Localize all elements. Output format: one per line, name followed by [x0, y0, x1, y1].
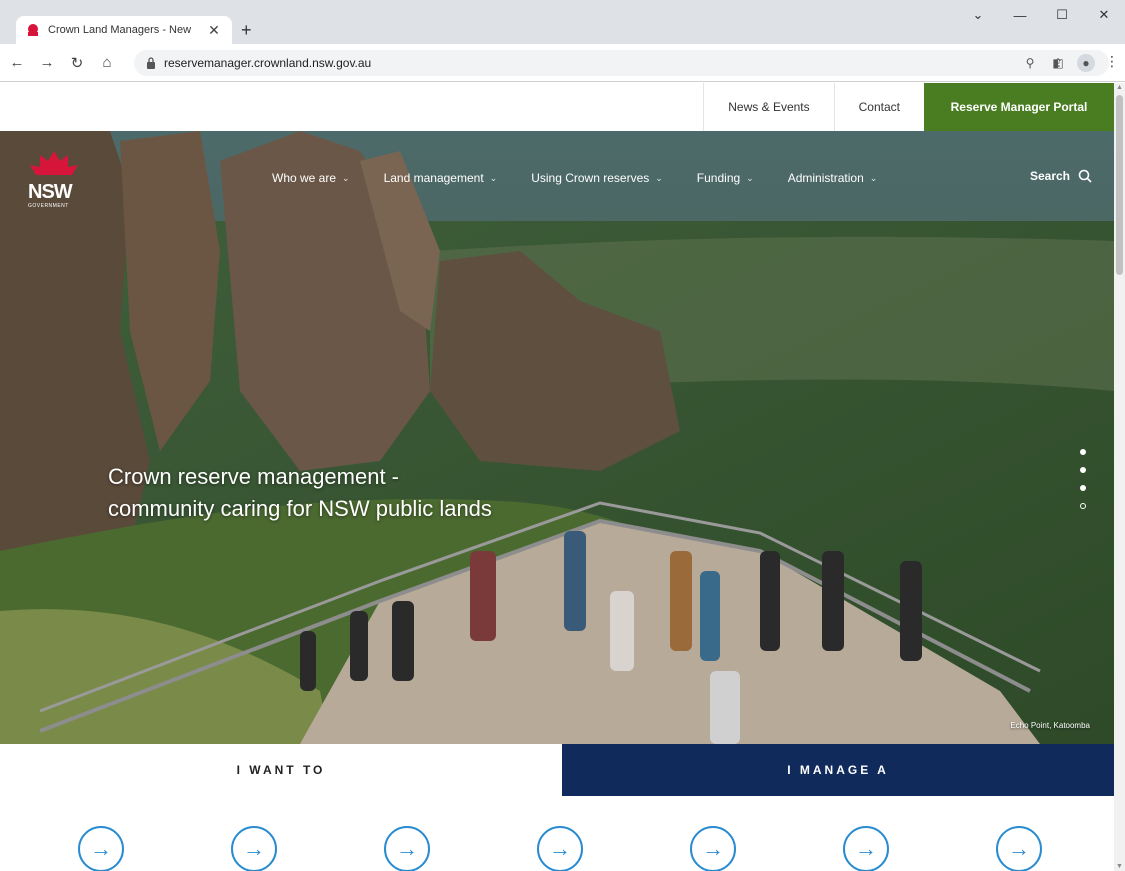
hero-heading-line1: Crown reserve management - [108, 464, 400, 489]
tab-i-want-to[interactable]: I WANT TO [0, 744, 562, 796]
browser-toolbar: ← → ↻ ⌂ reservemanager.crownland.nsw.gov… [0, 44, 1125, 82]
browser-tab[interactable]: Crown Land Managers - New ✕ [16, 16, 232, 44]
hero-heading-line2: community caring for NSW public lands [108, 496, 492, 521]
news-events-link[interactable]: News & Events [703, 83, 833, 131]
audience-tabs: I WANT TO I MANAGE A [0, 744, 1114, 796]
logo-subtext: GOVERNMENT [28, 203, 69, 209]
arrow-right-icon[interactable]: → [231, 826, 277, 871]
url-text: reservemanager.crownland.nsw.gov.au [164, 56, 372, 70]
logo-text: NSW [28, 181, 73, 203]
chevron-down-icon: ⌄ [746, 172, 754, 183]
tab-i-manage-a[interactable]: I MANAGE A [562, 744, 1114, 796]
zoom-icon[interactable]: ⚲ [1021, 54, 1039, 72]
scroll-down-icon[interactable]: ▼ [1116, 863, 1123, 870]
browser-menu-icon[interactable]: ⋮ [1105, 53, 1119, 70]
window-controls: ⌄ — ☐ ✕ [957, 0, 1125, 44]
nav-label: Using Crown reserves [531, 171, 650, 185]
arrow-right-icon[interactable]: → [690, 826, 736, 871]
search-label: Search [1029, 169, 1070, 183]
nav-label: Administration [787, 171, 864, 185]
arrow-right-icon[interactable]: → [843, 826, 889, 871]
nav-administration[interactable]: Administration ⌄ [788, 171, 878, 185]
chevron-down-icon: ⌄ [869, 172, 878, 183]
nav-who-we-are[interactable]: Who we are ⌄ [272, 171, 350, 185]
reload-icon[interactable]: ↻ [64, 50, 90, 76]
chevron-down-icon: ⌄ [342, 172, 350, 183]
scroll-up-icon[interactable]: ▲ [1116, 84, 1123, 91]
lock-icon [147, 57, 155, 69]
hero-landscape-image [0, 131, 1114, 744]
hero-banner: NSW GOVERNMENT Who we are ⌄ Land managem… [0, 131, 1114, 744]
address-bar[interactable]: reservemanager.crownland.nsw.gov.au ⚲ ⇪ … [134, 50, 1109, 76]
nav-label: Who we are [272, 171, 337, 185]
arrow-right-icon[interactable]: → [537, 826, 583, 871]
arrow-right-icon[interactable]: → [996, 826, 1042, 871]
carousel-dot[interactable] [1080, 449, 1086, 455]
profile-avatar-icon[interactable]: ● [1077, 54, 1095, 72]
waratah-favicon-icon [28, 24, 38, 36]
nav-label: Land management [383, 171, 484, 185]
reserve-manager-portal-button[interactable]: Reserve Manager Portal [924, 83, 1114, 131]
forward-icon[interactable]: → [34, 50, 60, 76]
maximize-icon[interactable]: ☐ [1041, 0, 1083, 30]
close-window-icon[interactable]: ✕ [1083, 0, 1125, 30]
arrow-right-icon[interactable]: → [384, 826, 430, 871]
tab-search-icon[interactable]: ⌄ [957, 0, 999, 30]
contact-link[interactable]: Contact [833, 83, 924, 131]
side-panel-icon[interactable]: ◧ [1049, 54, 1067, 72]
quick-link-arrows: → → → → → → → [78, 826, 1042, 871]
nav-using-crown-reserves[interactable]: Using Crown reserves ⌄ [531, 171, 663, 185]
minimize-icon[interactable]: — [999, 0, 1041, 30]
tab-title: Crown Land Managers - New [48, 24, 192, 36]
browser-tab-bar: Crown Land Managers - New ✕ + ⌄ — ☐ ✕ [0, 0, 1125, 44]
utility-bar: News & Events Contact Reserve Manager Po… [0, 83, 1114, 131]
main-navigation: Who we are ⌄ Land management ⌄ Using Cro… [272, 171, 877, 185]
page-scrollbar[interactable]: ▲ ▼ [1114, 83, 1125, 871]
web-page: News & Events Contact Reserve Manager Po… [0, 83, 1114, 871]
carousel-dots [1080, 449, 1086, 509]
search-button[interactable]: Search [1030, 169, 1092, 183]
nav-land-management[interactable]: Land management ⌄ [384, 171, 498, 185]
nav-label: Funding [696, 171, 741, 185]
back-icon[interactable]: ← [4, 50, 30, 76]
chevron-down-icon: ⌄ [489, 172, 498, 183]
scrollbar-thumb[interactable] [1116, 95, 1123, 275]
photo-caption: Echo Point, Katoomba [1010, 721, 1090, 730]
search-icon [1078, 169, 1092, 183]
arrow-right-icon[interactable]: → [78, 826, 124, 871]
home-icon[interactable]: ⌂ [94, 50, 120, 76]
carousel-dot-active[interactable] [1080, 503, 1086, 509]
close-tab-icon[interactable]: ✕ [206, 22, 222, 39]
chevron-down-icon: ⌄ [655, 172, 663, 183]
new-tab-icon[interactable]: + [241, 20, 252, 40]
carousel-dot[interactable] [1080, 467, 1086, 473]
nav-funding[interactable]: Funding ⌄ [697, 171, 754, 185]
carousel-dot[interactable] [1080, 485, 1086, 491]
hero-heading: Crown reserve management - community car… [108, 461, 492, 525]
